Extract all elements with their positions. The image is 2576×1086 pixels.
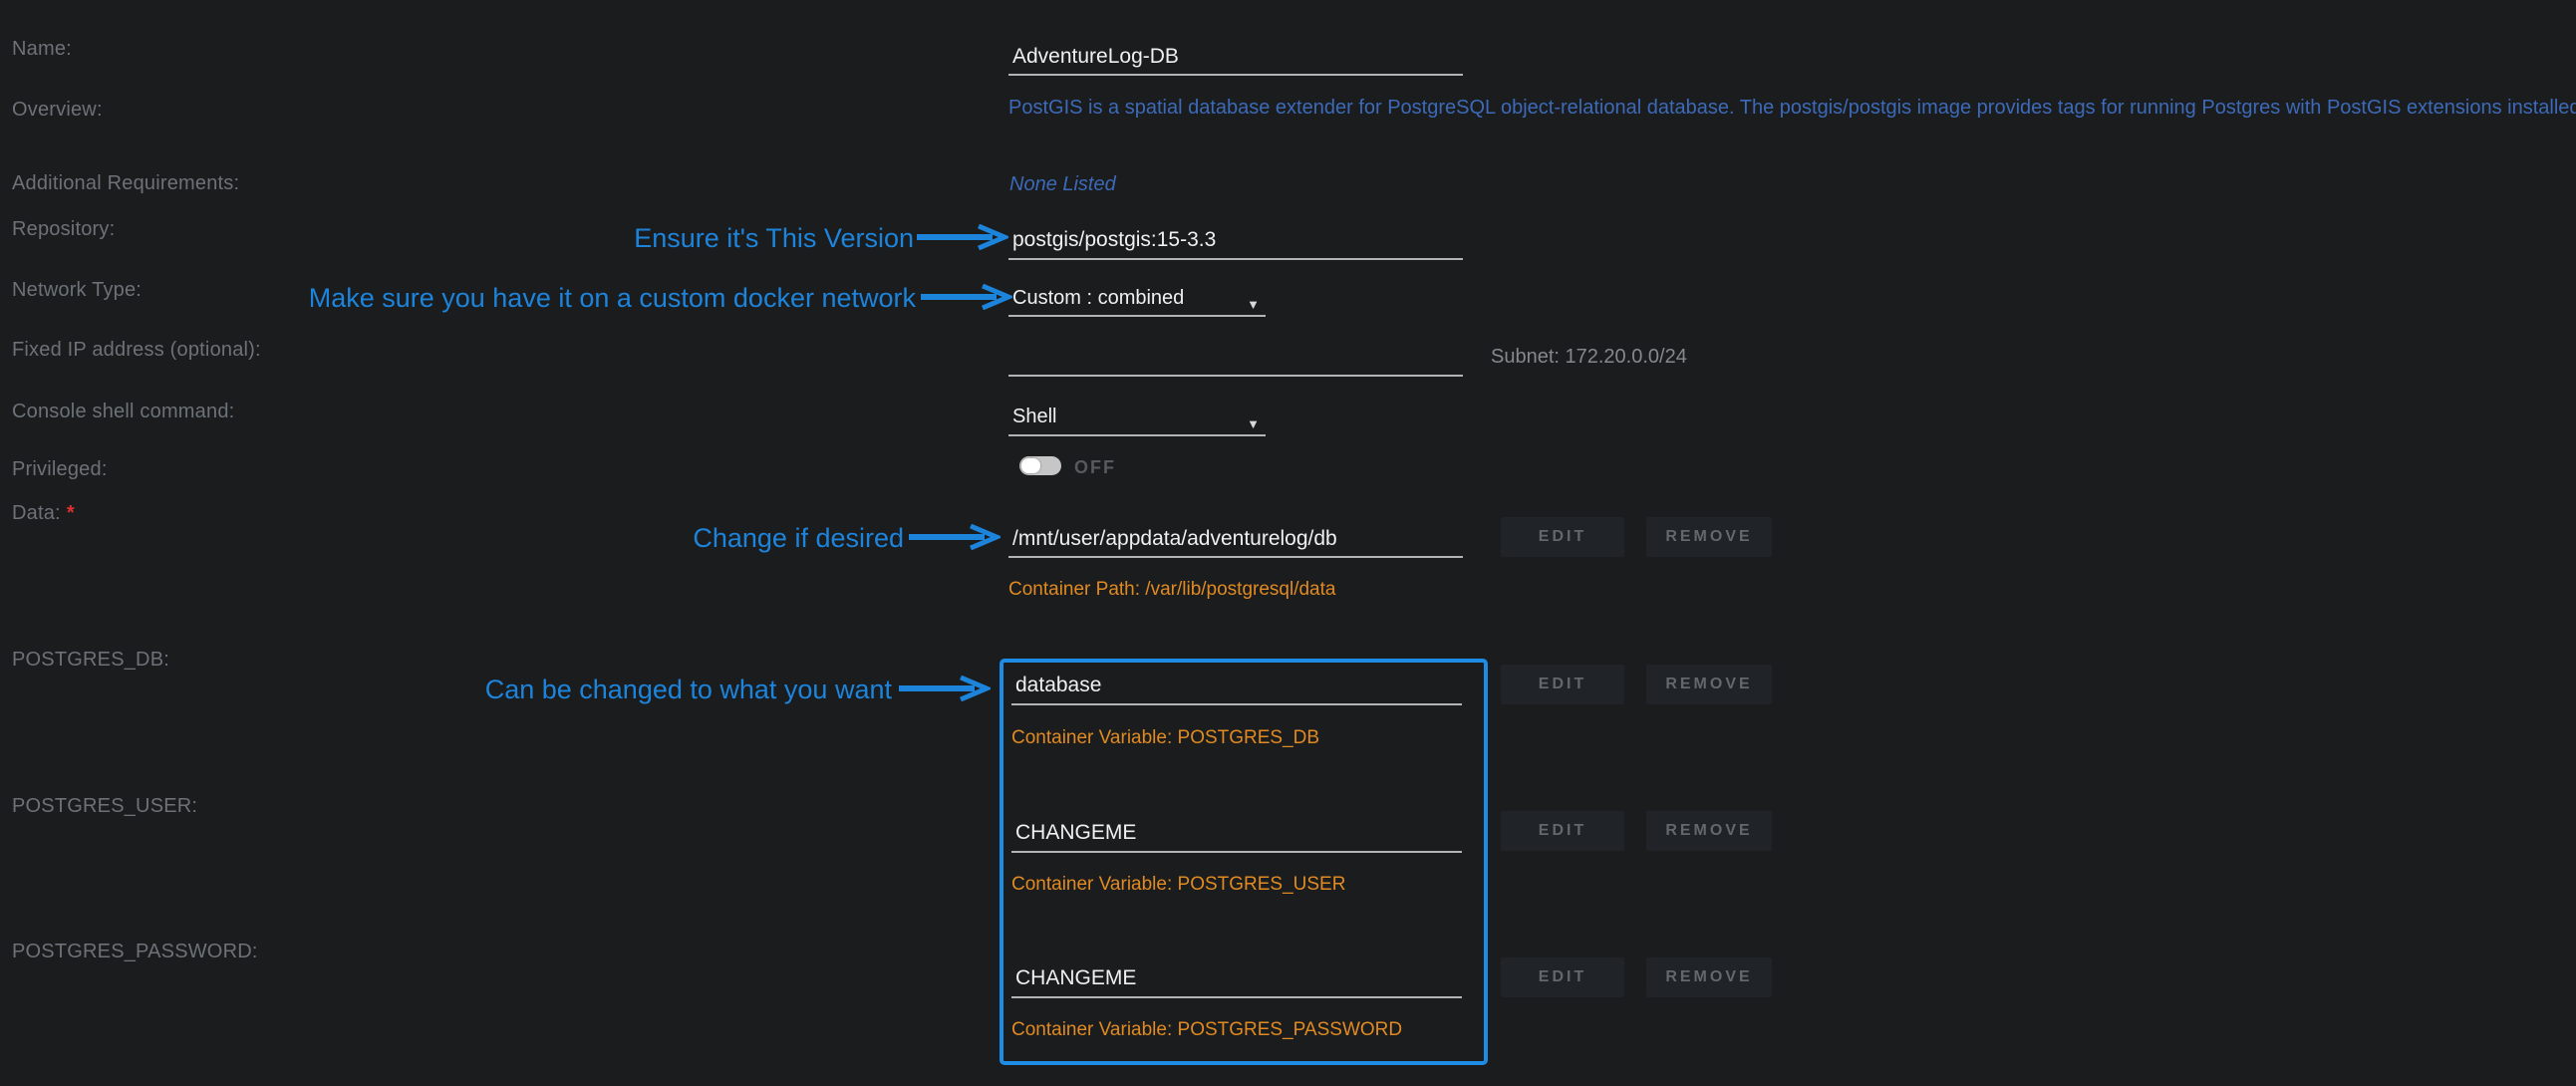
data-label: Data: * <box>12 502 75 525</box>
annotation-custom-network: Make sure you have it on a custom docker… <box>218 283 916 314</box>
postgres-user-label: POSTGRES_USER: <box>12 795 197 818</box>
postgres-password-input[interactable]: CHANGEME <box>1011 965 1462 998</box>
chevron-down-icon: ▼ <box>1247 411 1260 437</box>
postgres-db-edit-button[interactable]: EDIT <box>1501 665 1624 704</box>
additional-requirements-value: None Listed <box>1009 173 1116 196</box>
required-asterisk: * <box>67 502 75 524</box>
toggle-knob <box>1021 458 1040 473</box>
repository-input[interactable]: postgis/postgis:15-3.3 <box>1008 227 1463 260</box>
postgres-db-label: POSTGRES_DB: <box>12 649 169 672</box>
postgres-db-remove-button[interactable]: REMOVE <box>1646 665 1772 704</box>
postgres-user-container-variable-note: Container Variable: POSTGRES_USER <box>1011 874 1345 896</box>
postgres-password-container-variable-note: Container Variable: POSTGRES_PASSWORD <box>1011 1019 1402 1041</box>
chevron-down-icon: ▼ <box>1247 292 1260 318</box>
annotation-arrow-icon <box>899 676 991 701</box>
network-type-select[interactable]: Custom : combined ▼ <box>1008 285 1266 317</box>
repository-label: Repository: <box>12 218 115 241</box>
annotation-can-be-changed: Can be changed to what you want <box>394 675 892 705</box>
postgres-password-edit-button[interactable]: EDIT <box>1501 957 1624 997</box>
docker-container-settings-page: Name: Overview: Additional Requirements:… <box>0 0 2576 1086</box>
data-path-input[interactable]: /mnt/user/appdata/adventurelog/db <box>1008 526 1463 558</box>
postgres-user-remove-button[interactable]: REMOVE <box>1646 811 1772 851</box>
console-shell-selected-value: Shell <box>1012 406 1056 427</box>
fixed-ip-label: Fixed IP address (optional): <box>12 339 261 362</box>
postgres-user-edit-button[interactable]: EDIT <box>1501 811 1624 851</box>
privileged-toggle-state: OFF <box>1074 457 1116 478</box>
data-container-path-note: Container Path: /var/lib/postgresql/data <box>1008 579 1335 601</box>
annotation-arrow-icon <box>917 224 1008 250</box>
subnet-note: Subnet: 172.20.0.0/24 <box>1491 346 1687 369</box>
postgres-user-input[interactable]: CHANGEME <box>1011 820 1462 853</box>
console-shell-label: Console shell command: <box>12 401 234 423</box>
data-label-text: Data: <box>12 502 61 524</box>
overview-label: Overview: <box>12 99 103 122</box>
privileged-toggle[interactable] <box>1019 456 1061 475</box>
annotation-ensure-version: Ensure it's This Version <box>416 223 914 254</box>
additional-requirements-label: Additional Requirements: <box>12 172 239 195</box>
postgres-password-label: POSTGRES_PASSWORD: <box>12 941 258 963</box>
network-type-selected-value: Custom : combined <box>1012 287 1184 309</box>
network-type-label: Network Type: <box>12 279 142 302</box>
privileged-label: Privileged: <box>12 458 108 481</box>
postgres-db-container-variable-note: Container Variable: POSTGRES_DB <box>1011 727 1319 749</box>
highlight-box <box>1000 659 1488 1065</box>
annotation-change-if-desired: Change if desired <box>406 523 904 554</box>
name-label: Name: <box>12 38 72 61</box>
data-edit-button[interactable]: EDIT <box>1501 517 1624 557</box>
name-input[interactable]: AdventureLog-DB <box>1008 44 1463 76</box>
data-remove-button[interactable]: REMOVE <box>1646 517 1772 557</box>
fixed-ip-input[interactable] <box>1008 345 1463 377</box>
annotation-arrow-icon <box>921 284 1012 310</box>
postgres-db-input[interactable]: database <box>1011 673 1462 705</box>
console-shell-select[interactable]: Shell ▼ <box>1008 404 1266 436</box>
postgres-password-remove-button[interactable]: REMOVE <box>1646 957 1772 997</box>
overview-text: PostGIS is a spatial database extender f… <box>1008 97 2576 120</box>
annotation-arrow-icon <box>909 524 1001 550</box>
